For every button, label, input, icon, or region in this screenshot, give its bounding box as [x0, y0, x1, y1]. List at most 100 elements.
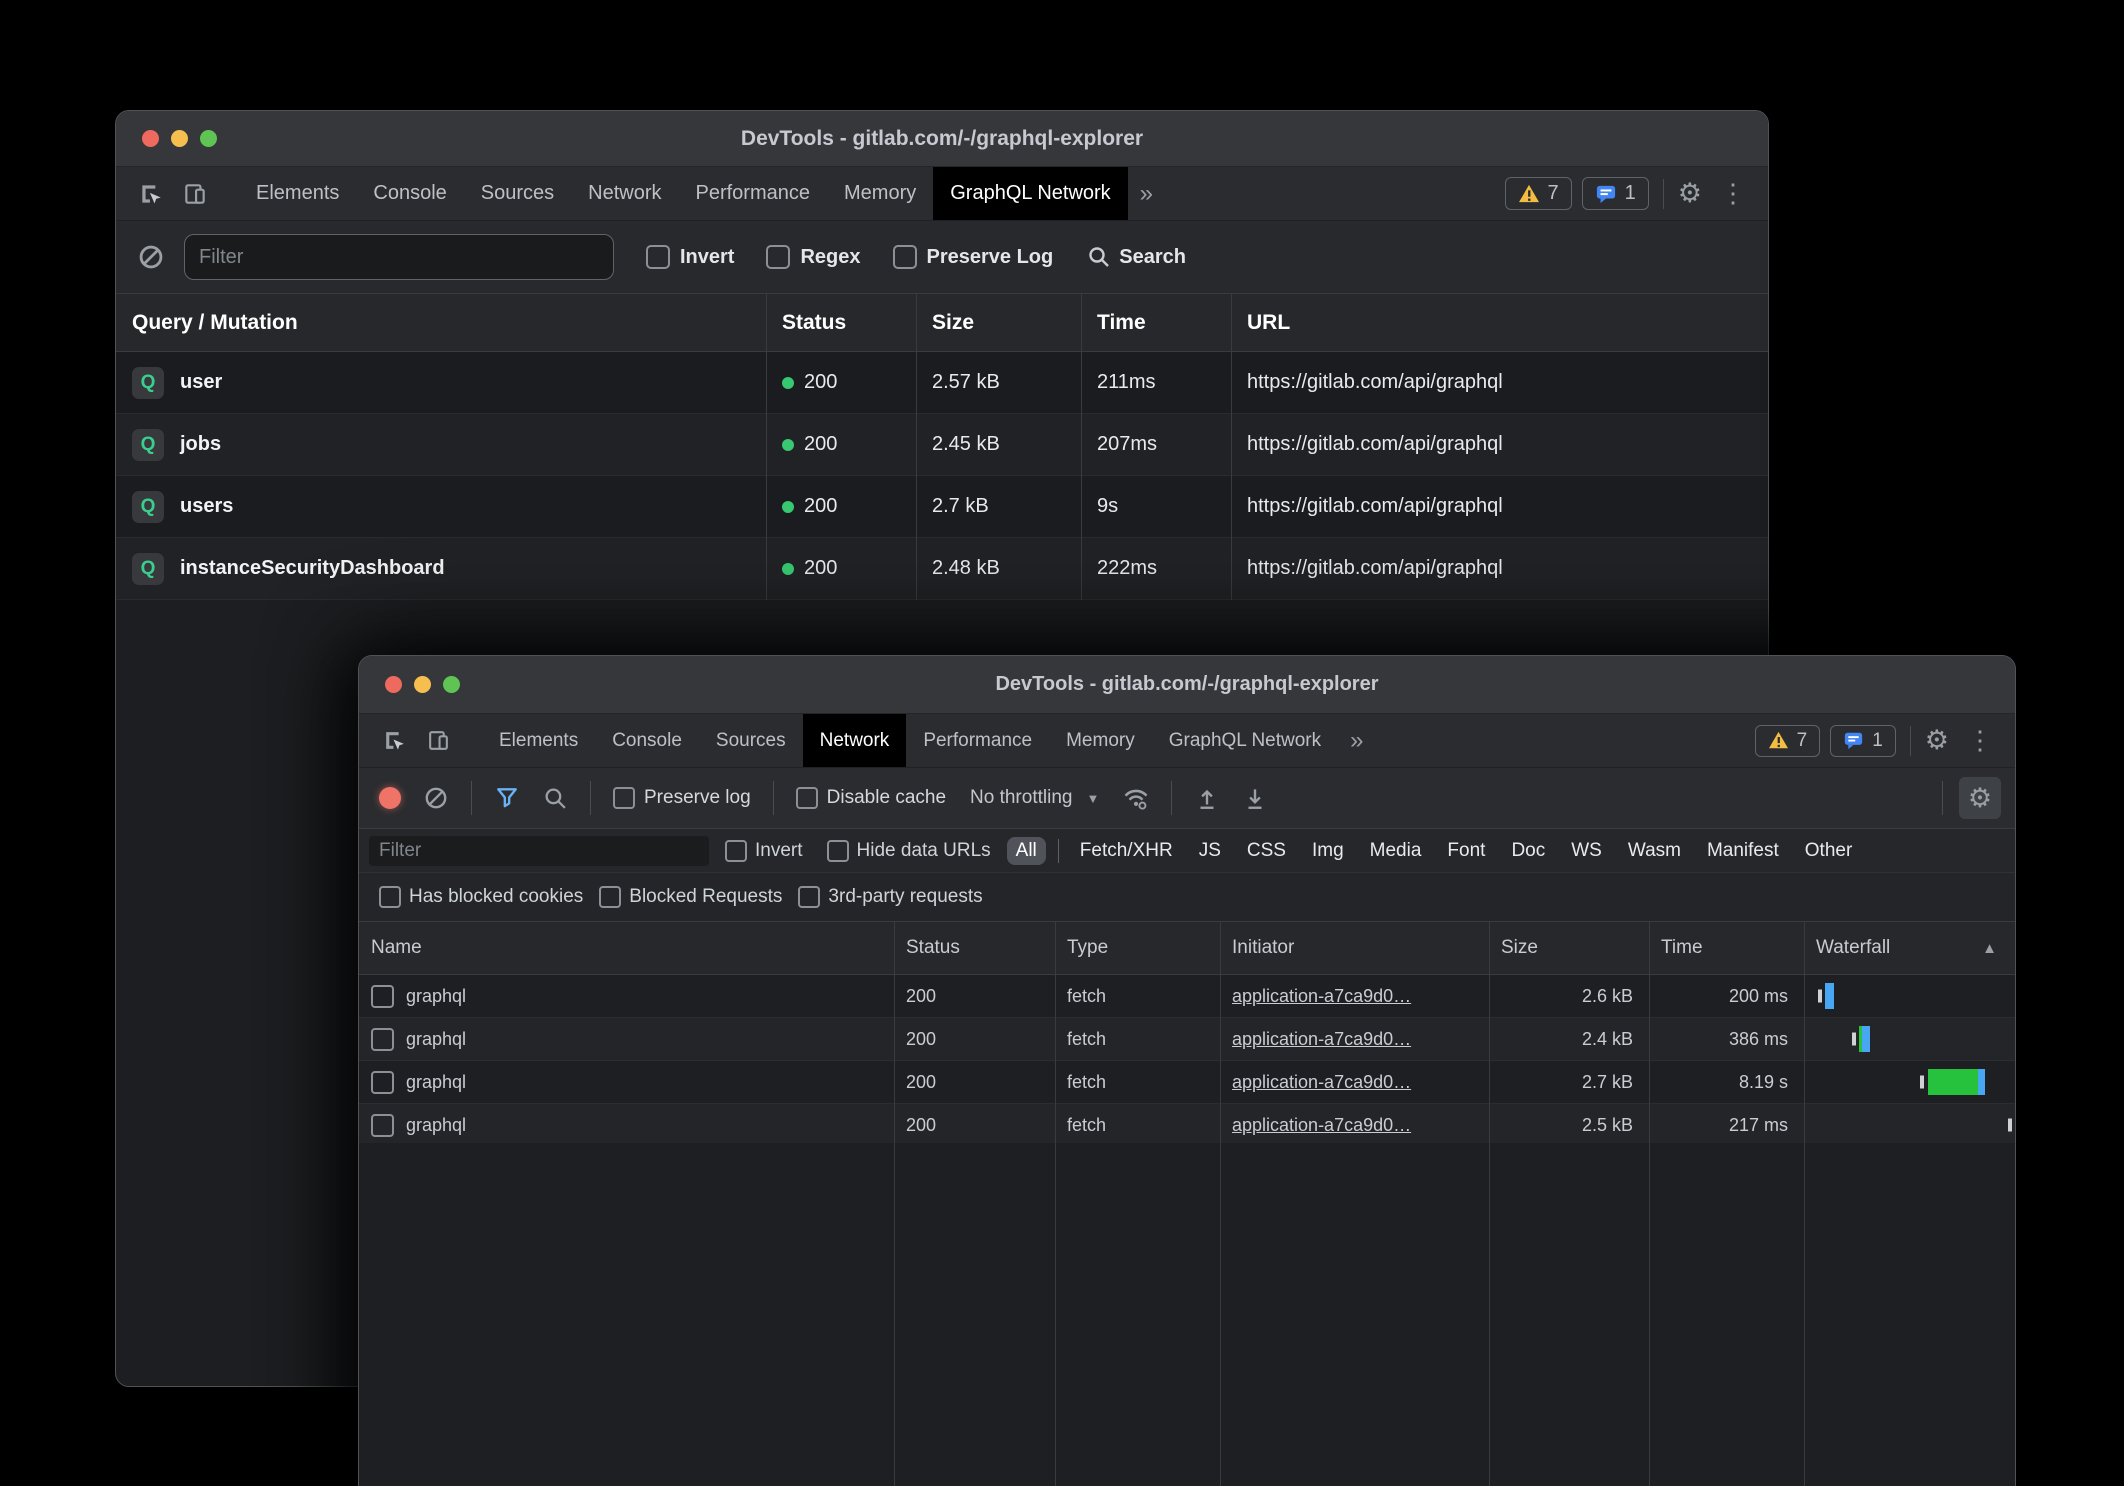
- settings-gear-icon[interactable]: ⚙: [1925, 727, 1949, 754]
- waterfall-cell[interactable]: [1804, 1104, 2015, 1146]
- table-row[interactable]: Qjobs 200 2.45 kB 207ms https://gitlab.c…: [116, 414, 1768, 476]
- export-har-icon[interactable]: [1236, 779, 1274, 817]
- col-name[interactable]: Name: [359, 937, 894, 959]
- filter-type-img[interactable]: Img: [1303, 837, 1353, 865]
- checkbox[interactable]: [613, 787, 635, 809]
- filter-type-font[interactable]: Font: [1438, 837, 1494, 865]
- tab-graphql-network[interactable]: GraphQL Network: [1152, 714, 1338, 767]
- clear-icon[interactable]: [417, 779, 455, 817]
- filter-type-media[interactable]: Media: [1361, 837, 1431, 865]
- col-url[interactable]: URL: [1231, 311, 1768, 335]
- has-blocked-cookies-checkbox[interactable]: Has blocked cookies: [379, 886, 583, 908]
- initiator-link[interactable]: application-a7ca9d0…: [1232, 986, 1411, 1007]
- table-row[interactable]: Quser 200 2.57 kB 211ms https://gitlab.c…: [116, 352, 1768, 414]
- titlebar[interactable]: DevTools - gitlab.com/-/graphql-explorer: [116, 111, 1768, 167]
- col-waterfall[interactable]: Waterfall ▲: [1804, 937, 2015, 959]
- close-button[interactable]: [385, 676, 402, 693]
- table-row[interactable]: graphql 200 fetch application-a7ca9d0… 2…: [359, 1104, 2015, 1147]
- filter-type-ws[interactable]: WS: [1562, 837, 1611, 865]
- col-status[interactable]: Status: [894, 937, 1055, 959]
- more-tabs-icon[interactable]: »: [1338, 714, 1375, 767]
- import-har-icon[interactable]: [1188, 779, 1226, 817]
- preserve-log-checkbox[interactable]: Preserve log: [613, 787, 751, 809]
- record-network-log-button[interactable]: [379, 787, 401, 809]
- clear-icon[interactable]: [132, 238, 170, 276]
- initiator-link[interactable]: application-a7ca9d0…: [1232, 1029, 1411, 1050]
- sort-ascending-icon[interactable]: ▲: [1982, 940, 1997, 957]
- col-time[interactable]: Time: [1081, 311, 1231, 335]
- preserve-log-checkbox[interactable]: Preserve Log: [893, 245, 1054, 269]
- checkbox[interactable]: [599, 886, 621, 908]
- filter-type-css[interactable]: CSS: [1238, 837, 1295, 865]
- initiator-link[interactable]: application-a7ca9d0…: [1232, 1115, 1411, 1136]
- tab-performance[interactable]: Performance: [906, 714, 1049, 767]
- checkbox[interactable]: [379, 886, 401, 908]
- col-status[interactable]: Status: [766, 311, 916, 335]
- checkbox[interactable]: [798, 886, 820, 908]
- col-size[interactable]: Size: [916, 311, 1081, 335]
- tab-graphql-network[interactable]: GraphQL Network: [933, 167, 1127, 220]
- regex-checkbox[interactable]: Regex: [766, 245, 860, 269]
- checkbox[interactable]: [796, 787, 818, 809]
- inspect-element-icon[interactable]: [132, 175, 170, 213]
- warnings-badge[interactable]: 7: [1505, 177, 1572, 210]
- col-size[interactable]: Size: [1489, 937, 1649, 959]
- kebab-menu-icon[interactable]: ⋮: [1712, 178, 1754, 209]
- search-icon[interactable]: [536, 779, 574, 817]
- tab-memory[interactable]: Memory: [1049, 714, 1152, 767]
- minimize-button[interactable]: [414, 676, 431, 693]
- waterfall-cell[interactable]: [1804, 1018, 2015, 1060]
- network-settings-button[interactable]: ⚙: [1959, 777, 2001, 819]
- tab-memory[interactable]: Memory: [827, 167, 933, 220]
- kebab-menu-icon[interactable]: ⋮: [1959, 725, 2001, 756]
- tab-elements[interactable]: Elements: [482, 714, 595, 767]
- tab-console[interactable]: Console: [356, 167, 463, 220]
- checkbox[interactable]: [725, 840, 747, 862]
- filter-type-other[interactable]: Other: [1796, 837, 1862, 865]
- filter-type-manifest[interactable]: Manifest: [1698, 837, 1788, 865]
- row-checkbox[interactable]: [371, 1114, 394, 1137]
- zoom-button[interactable]: [443, 676, 460, 693]
- row-checkbox[interactable]: [371, 1028, 394, 1051]
- checkbox[interactable]: [646, 245, 670, 269]
- third-party-requests-checkbox[interactable]: 3rd-party requests: [798, 886, 982, 908]
- tab-sources[interactable]: Sources: [464, 167, 571, 220]
- table-row[interactable]: graphql 200 fetch application-a7ca9d0… 2…: [359, 1061, 2015, 1104]
- device-toolbar-icon[interactable]: [176, 175, 214, 213]
- col-time[interactable]: Time: [1649, 937, 1804, 959]
- tab-network[interactable]: Network: [803, 714, 907, 767]
- hide-data-urls-checkbox[interactable]: Hide data URLs: [827, 840, 991, 862]
- filter-input[interactable]: [369, 836, 709, 866]
- tab-sources[interactable]: Sources: [699, 714, 803, 767]
- disable-cache-checkbox[interactable]: Disable cache: [796, 787, 946, 809]
- search-button[interactable]: Search: [1087, 245, 1186, 269]
- filter-type-all[interactable]: All: [1007, 837, 1046, 865]
- zoom-button[interactable]: [200, 130, 217, 147]
- filter-type-wasm[interactable]: Wasm: [1619, 837, 1690, 865]
- filter-funnel-icon[interactable]: [488, 779, 526, 817]
- tab-network[interactable]: Network: [571, 167, 678, 220]
- more-tabs-icon[interactable]: »: [1128, 167, 1165, 220]
- row-checkbox[interactable]: [371, 1071, 394, 1094]
- table-row[interactable]: Qusers 200 2.7 kB 9s https://gitlab.com/…: [116, 476, 1768, 538]
- filter-type-js[interactable]: JS: [1190, 837, 1230, 865]
- col-query-mutation[interactable]: Query / Mutation: [116, 311, 766, 335]
- minimize-button[interactable]: [171, 130, 188, 147]
- tab-performance[interactable]: Performance: [679, 167, 828, 220]
- warnings-badge[interactable]: 7: [1755, 725, 1821, 757]
- tab-console[interactable]: Console: [595, 714, 699, 767]
- waterfall-cell[interactable]: [1804, 1061, 2015, 1103]
- throttling-dropdown[interactable]: No throttling ▼: [970, 787, 1099, 809]
- titlebar[interactable]: DevTools - gitlab.com/-/graphql-explorer: [359, 656, 2015, 714]
- checkbox[interactable]: [827, 840, 849, 862]
- inspect-element-icon[interactable]: [375, 722, 413, 760]
- filter-input[interactable]: [184, 234, 614, 280]
- messages-badge[interactable]: 1: [1830, 725, 1896, 757]
- invert-checkbox[interactable]: Invert: [725, 840, 803, 862]
- settings-gear-icon[interactable]: ⚙: [1678, 180, 1702, 207]
- filter-type-doc[interactable]: Doc: [1502, 837, 1554, 865]
- initiator-link[interactable]: application-a7ca9d0…: [1232, 1072, 1411, 1093]
- invert-checkbox[interactable]: Invert: [646, 245, 734, 269]
- messages-badge[interactable]: 1: [1582, 177, 1649, 210]
- filter-type-fetch-xhr[interactable]: Fetch/XHR: [1071, 837, 1182, 865]
